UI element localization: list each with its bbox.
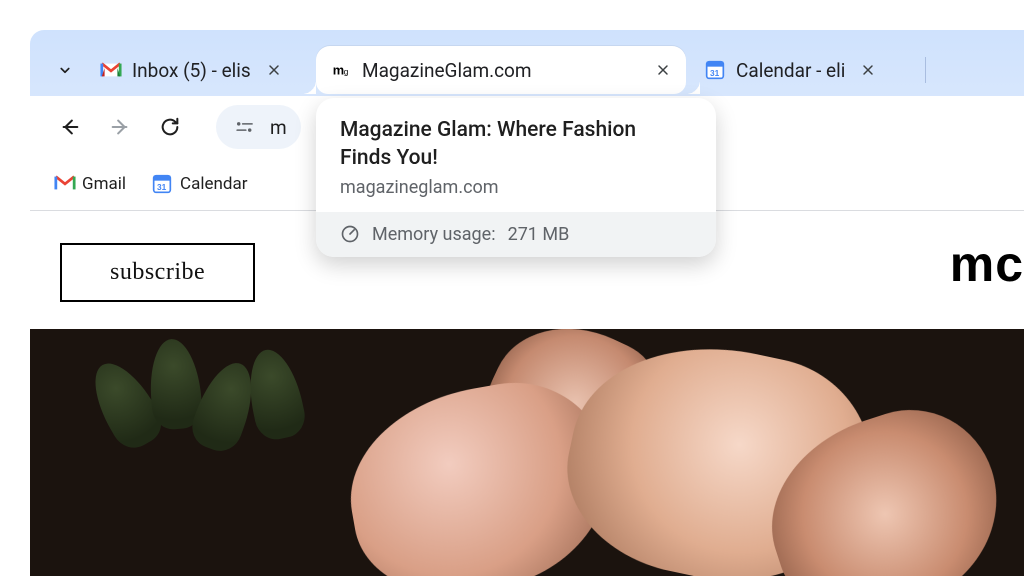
forward-button[interactable] [100, 107, 140, 147]
svg-text:g: g [344, 68, 349, 77]
site-logo: mc [950, 235, 1024, 293]
tab-magazineglam[interactable]: mg MagazineGlam.com [316, 46, 686, 94]
tune-icon [234, 119, 256, 135]
tab-gmail[interactable]: Inbox (5) - elis [86, 46, 312, 94]
site-favicon: mg [330, 59, 352, 81]
bookmark-label: Calendar [180, 174, 247, 194]
omnibox-text: m [270, 116, 287, 139]
chevron-down-icon [56, 61, 74, 79]
gmail-icon [54, 174, 74, 194]
memory-value: 271 MB [508, 224, 570, 245]
foliage-decoration [90, 339, 330, 469]
hover-card-memory-row: Memory usage: 271 MB [316, 212, 716, 257]
svg-text:31: 31 [710, 68, 720, 78]
tab-strip: Inbox (5) - elis mg MagazineGlam.com 31 … [48, 42, 1024, 98]
memory-label: Memory usage: [372, 224, 496, 245]
tab-separator [925, 57, 926, 83]
speedometer-icon [340, 224, 360, 244]
bookmark-calendar[interactable]: 31 Calendar [152, 174, 247, 194]
subscribe-button[interactable]: subscribe [60, 243, 255, 302]
hover-card-title: Magazine Glam: Where Fashion Finds You! [340, 116, 692, 173]
close-icon [655, 62, 671, 78]
svg-text:m: m [333, 63, 344, 78]
reload-button[interactable] [150, 107, 190, 147]
tab-title: Calendar - eli [736, 59, 845, 82]
hover-card-domain: magazineglam.com [340, 177, 692, 198]
tab-close-button[interactable] [650, 57, 676, 83]
tab-search-button[interactable] [48, 53, 82, 87]
close-icon [266, 62, 282, 78]
arrow-left-icon [59, 116, 81, 138]
back-button[interactable] [50, 107, 90, 147]
calendar-icon: 31 [152, 174, 172, 194]
site-settings-button[interactable] [230, 116, 260, 138]
tab-title: MagazineGlam.com [362, 59, 640, 82]
gmail-icon [100, 59, 122, 81]
tab-close-button[interactable] [855, 57, 881, 83]
tab-calendar[interactable]: 31 Calendar - eli [690, 46, 918, 94]
tab-hover-card: Magazine Glam: Where Fashion Finds You! … [316, 98, 716, 257]
bookmark-gmail[interactable]: Gmail [54, 174, 126, 194]
svg-text:31: 31 [157, 182, 167, 192]
page-content: subscribe mc [30, 211, 1024, 576]
close-icon [860, 62, 876, 78]
tab-title: Inbox (5) - elis [132, 59, 251, 82]
reload-icon [159, 116, 181, 138]
calendar-icon: 31 [704, 59, 726, 81]
bookmark-label: Gmail [82, 174, 126, 194]
omnibox[interactable]: m [216, 105, 301, 149]
arrow-right-icon [109, 116, 131, 138]
hero-image [30, 329, 1024, 576]
tab-close-button[interactable] [261, 57, 287, 83]
